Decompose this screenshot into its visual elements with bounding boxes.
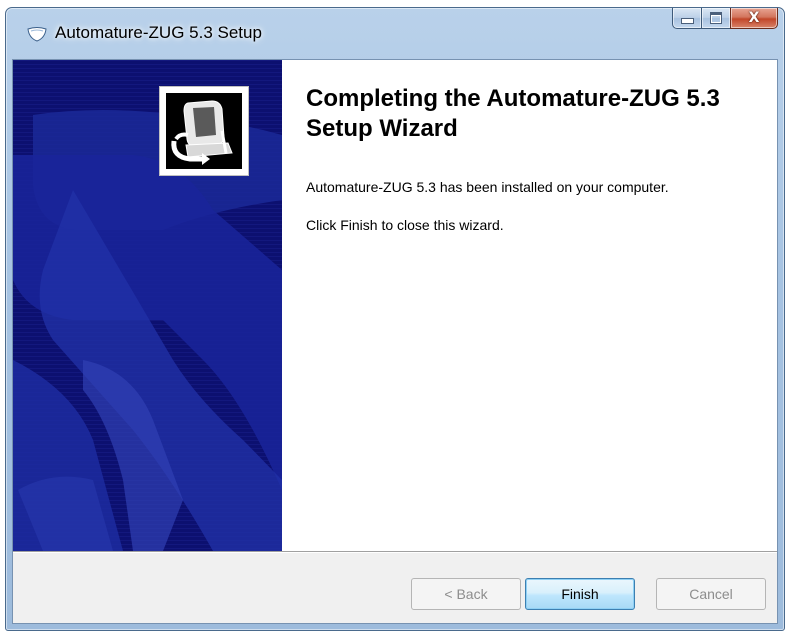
- installer-computer-icon: [166, 93, 242, 169]
- minimize-icon: [680, 18, 694, 24]
- window-title: Automature-ZUG 5.3 Setup: [55, 23, 262, 42]
- back-button[interactable]: < Back: [411, 578, 521, 610]
- close-button[interactable]: X: [730, 8, 778, 29]
- cancel-button[interactable]: Cancel: [656, 578, 766, 610]
- setup-window: Automature-ZUG 5.3 Setup X Completing th…: [5, 7, 785, 631]
- caption-buttons: X: [672, 8, 778, 30]
- instruction-text: Click Finish to close this wizard.: [306, 217, 504, 233]
- wizard-content: Completing the Automature-ZUG 5.3 Setup …: [282, 60, 777, 551]
- page-title: Completing the Automature-ZUG 5.3 Setup …: [306, 85, 720, 142]
- title-bar[interactable]: Automature-ZUG 5.3 Setup X: [6, 8, 784, 59]
- footer-separator: [13, 551, 777, 553]
- wizard-banner: [13, 60, 282, 551]
- installed-message: Automature-ZUG 5.3 has been installed on…: [306, 179, 669, 195]
- close-icon: X: [748, 10, 760, 26]
- wizard-client-area: Completing the Automature-ZUG 5.3 Setup …: [12, 59, 778, 624]
- finish-button[interactable]: Finish: [525, 578, 635, 610]
- minimize-button[interactable]: [672, 8, 701, 29]
- installer-shield-icon: [27, 26, 47, 42]
- installer-logo: [159, 86, 249, 176]
- maximize-icon: [710, 12, 722, 24]
- maximize-button[interactable]: [701, 8, 730, 29]
